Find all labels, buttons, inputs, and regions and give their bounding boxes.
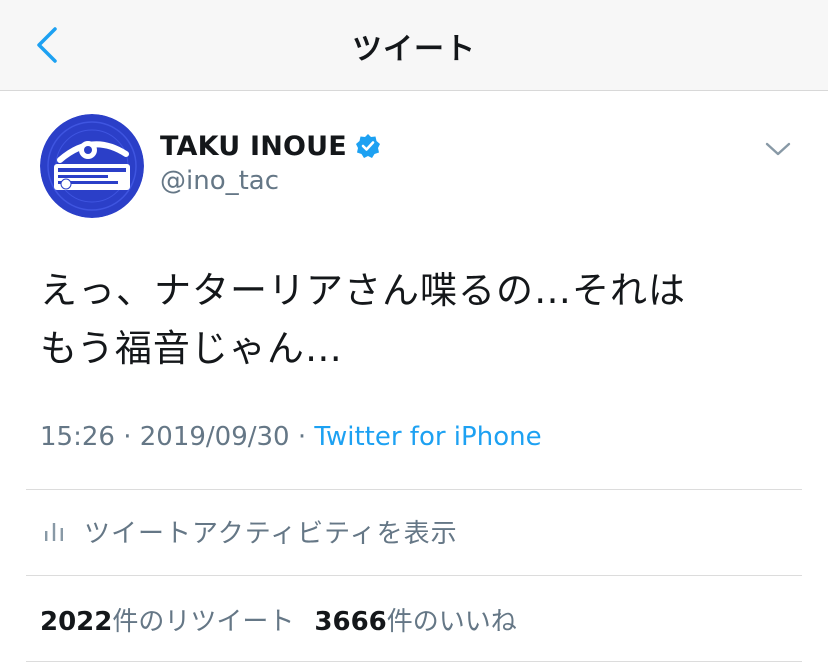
likes-stat[interactable]: 3666 件のいいね bbox=[314, 601, 516, 638]
divider bbox=[26, 661, 802, 662]
tweet-text: えっ、ナターリアさん喋るの…それは もう福音じゃん… bbox=[40, 269, 686, 370]
tweet-stats: 2022 件のリツイート 3666 件のいいね bbox=[40, 596, 517, 642]
meta-separator: · bbox=[114, 422, 140, 452]
tweet-time: 15:26 bbox=[40, 422, 115, 452]
page-title: ツイート bbox=[352, 32, 476, 67]
author-handle[interactable]: @ino_tac bbox=[160, 166, 279, 196]
meta-separator: · bbox=[289, 422, 315, 452]
retweets-label: 件のリツイート bbox=[112, 606, 295, 637]
likes-count: 3666 bbox=[314, 606, 387, 637]
retweets-stat[interactable]: 2022 件のリツイート bbox=[40, 601, 294, 638]
retweets-count: 2022 bbox=[40, 606, 113, 637]
verified-badge-icon bbox=[355, 134, 380, 158]
avatar[interactable] bbox=[40, 114, 144, 218]
author-name-row[interactable]: TAKU INOUE bbox=[160, 128, 381, 164]
navigation-bar: ツイート bbox=[0, 0, 828, 91]
display-name[interactable]: TAKU INOUE bbox=[160, 131, 347, 162]
tweet-source-link[interactable]: Twitter for iPhone bbox=[314, 422, 541, 452]
view-tweet-activity-button[interactable]: ツイートアクティビティを表示 bbox=[42, 508, 458, 554]
activity-label: ツイートアクティビティを表示 bbox=[84, 518, 458, 549]
tweet-date: 2019/09/30 bbox=[139, 422, 290, 452]
likes-label: 件のいいね bbox=[386, 606, 517, 637]
chevron-down-icon bbox=[765, 142, 791, 156]
tweet-meta: 15:26 · 2019/09/30 · Twitter for iPhone bbox=[40, 422, 542, 452]
divider bbox=[26, 575, 802, 576]
bar-chart-icon bbox=[45, 523, 63, 541]
avatar-record-label-icon bbox=[40, 114, 144, 218]
tweet-menu-button[interactable] bbox=[760, 134, 796, 164]
divider bbox=[26, 489, 802, 490]
